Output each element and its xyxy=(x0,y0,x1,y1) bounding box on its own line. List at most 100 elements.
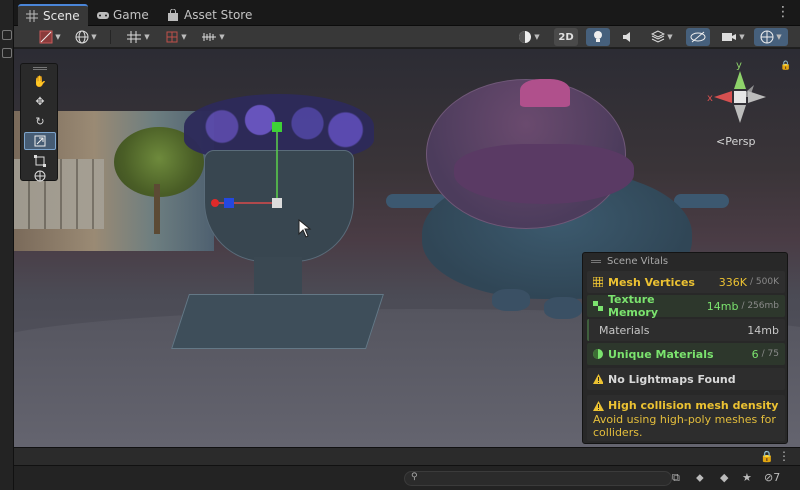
audio-toggle-button[interactable] xyxy=(616,28,640,46)
tab-asset-store[interactable]: Asset Store xyxy=(159,4,260,26)
rect-tool-button[interactable] xyxy=(24,152,56,170)
scene-vitals-panel: Scene Vitals Mesh Vertices 336K / 500K T… xyxy=(582,252,788,444)
globe-icon xyxy=(75,30,89,44)
2d-toggle-button[interactable]: 2D xyxy=(554,28,578,46)
panel-menu-icon[interactable]: ⋮ xyxy=(778,449,790,463)
tab-label: Game xyxy=(113,8,149,22)
globe-button[interactable]: ▼ xyxy=(70,28,102,46)
hand-icon: ✋ xyxy=(33,74,47,88)
left-dock-strip xyxy=(0,0,14,490)
move-tool-button[interactable]: ✥ xyxy=(24,92,56,110)
tree-trunk xyxy=(154,184,160,234)
eye-slash-icon: ⊘ xyxy=(764,471,774,484)
status-bar: ⚲ ⧉ ⬥ ◆ ★ ⊘7 xyxy=(14,465,800,490)
persp-label: Persp xyxy=(725,135,756,148)
search-icon: ⚲ xyxy=(411,472,418,482)
tab-scene[interactable]: Scene xyxy=(18,4,88,26)
lock-icon[interactable]: 🔒 xyxy=(760,450,774,463)
mesh-vertices-value: 336K xyxy=(718,275,748,289)
effects-layers-icon xyxy=(651,30,666,43)
checker-icon xyxy=(593,301,603,311)
collision-warning-desc: Avoid using high-poly meshes for collide… xyxy=(593,413,776,439)
vitals-title: Scene Vitals xyxy=(607,255,669,267)
unique-materials-row: Unique Materials 6 / 75 xyxy=(587,343,785,365)
transform-icon xyxy=(34,170,46,182)
robot-visor xyxy=(454,144,634,204)
tab-label: Asset Store xyxy=(184,8,253,22)
visibility-toggle-button[interactable] xyxy=(686,28,710,46)
increment-snap-button[interactable]: ▼ xyxy=(160,28,192,46)
rotate-tool-button[interactable]: ↻ xyxy=(24,112,56,130)
scale-tool-button[interactable] xyxy=(24,132,56,150)
bag-icon xyxy=(167,8,179,21)
texture-memory-limit: / 256mb xyxy=(741,301,779,311)
material-sphere-icon xyxy=(593,349,603,359)
transform-tool-button[interactable] xyxy=(24,170,56,182)
vitals-header[interactable]: Scene Vitals xyxy=(583,253,787,269)
unique-materials-limit: / 75 xyxy=(761,349,779,359)
hidden-count-indicator[interactable]: ⊘7 xyxy=(764,471,780,484)
camera-button[interactable]: ▼ xyxy=(716,28,750,46)
gamepad-icon xyxy=(96,9,109,21)
scene-viewport[interactable]: ✋ ✥ ↻ y x 🔒 <Persp Scene Vitals Mesh Ver… xyxy=(14,49,800,447)
camera-icon xyxy=(722,33,737,41)
scene-toolbar: ▼ ▼ ▼ ▼ ▼ ▼ 2D ▼ ▼ ▼ xyxy=(14,26,800,48)
ruler-button[interactable]: ▼ xyxy=(196,28,230,46)
mesh-grid-icon xyxy=(593,277,603,287)
snap-icon xyxy=(166,31,178,43)
dock-icon[interactable] xyxy=(2,30,12,40)
grid-snap-button[interactable]: ▼ xyxy=(120,28,156,46)
hand-tool-button[interactable]: ✋ xyxy=(24,72,56,90)
chevron-left-icon: < xyxy=(716,135,726,148)
scene-link-icon[interactable]: ⧉ xyxy=(672,471,680,485)
draw-mode-button[interactable]: ▼ xyxy=(34,28,66,46)
mesh-vertices-row: Mesh Vertices 336K / 500K xyxy=(587,271,785,293)
tab-game[interactable]: Game xyxy=(88,4,157,26)
shading-sphere-icon xyxy=(519,31,532,43)
hidden-count: 7 xyxy=(773,471,781,484)
perspective-toggle[interactable]: <Persp xyxy=(716,135,755,148)
gizmo-globe-icon xyxy=(760,30,774,44)
lock-icon[interactable]: 🔒 xyxy=(780,61,791,71)
mouse-cursor-icon xyxy=(298,219,312,238)
label-tag-icon[interactable]: ⬥ xyxy=(696,471,704,485)
shading-mode-button[interactable]: ▼ xyxy=(512,28,546,46)
mesh-vertices-label: Mesh Vertices xyxy=(608,275,695,289)
warning-icon xyxy=(593,400,604,411)
robot-arm-right xyxy=(674,194,729,208)
tab-label: Scene xyxy=(43,9,80,23)
grid-icon xyxy=(26,10,38,22)
scale-gizmo[interactable] xyxy=(209,117,309,217)
panel-grip-icon xyxy=(591,259,601,263)
move-icon: ✥ xyxy=(35,94,45,108)
rotate-icon: ↻ xyxy=(35,114,45,128)
tag-icon[interactable]: ◆ xyxy=(720,471,728,484)
texture-memory-label: Texture Memory xyxy=(608,293,659,319)
texture-memory-row: Texture Memory 14mb / 256mb xyxy=(587,293,785,319)
search-input[interactable]: ⚲ xyxy=(404,471,672,486)
collision-warning-title: High collision mesh density xyxy=(608,399,779,412)
dock-icon[interactable] xyxy=(2,48,12,58)
lightmaps-warning-row: No Lightmaps Found xyxy=(587,368,785,390)
robot-leg-right xyxy=(544,297,582,319)
panel-footer: 🔒 ⋮ xyxy=(14,447,800,465)
ruler-icon xyxy=(202,33,217,41)
vase-base xyxy=(171,294,384,349)
tab-menu-icon[interactable]: ⋮ xyxy=(776,4,790,20)
warning-icon xyxy=(593,374,603,384)
robot-leg-left xyxy=(492,289,530,311)
star-icon[interactable]: ★ xyxy=(742,471,752,484)
window-tab-bar: Scene Game Asset Store ⋮ xyxy=(14,0,800,26)
rect-transform-icon xyxy=(34,155,46,167)
gizmos-button[interactable]: ▼ xyxy=(754,28,788,46)
orientation-gizmo[interactable]: y x xyxy=(700,57,780,137)
axis-x-label: x xyxy=(707,93,713,104)
audio-icon xyxy=(623,32,630,42)
palette-grip[interactable] xyxy=(33,67,47,70)
effects-button[interactable]: ▼ xyxy=(644,28,680,46)
draw-mode-icon xyxy=(39,30,53,44)
lighting-toggle-button[interactable] xyxy=(586,28,610,46)
materials-value: 14mb xyxy=(747,323,779,337)
grid-snap-icon xyxy=(127,31,142,43)
collision-warning-box: High collision mesh density Avoid using … xyxy=(587,395,785,441)
